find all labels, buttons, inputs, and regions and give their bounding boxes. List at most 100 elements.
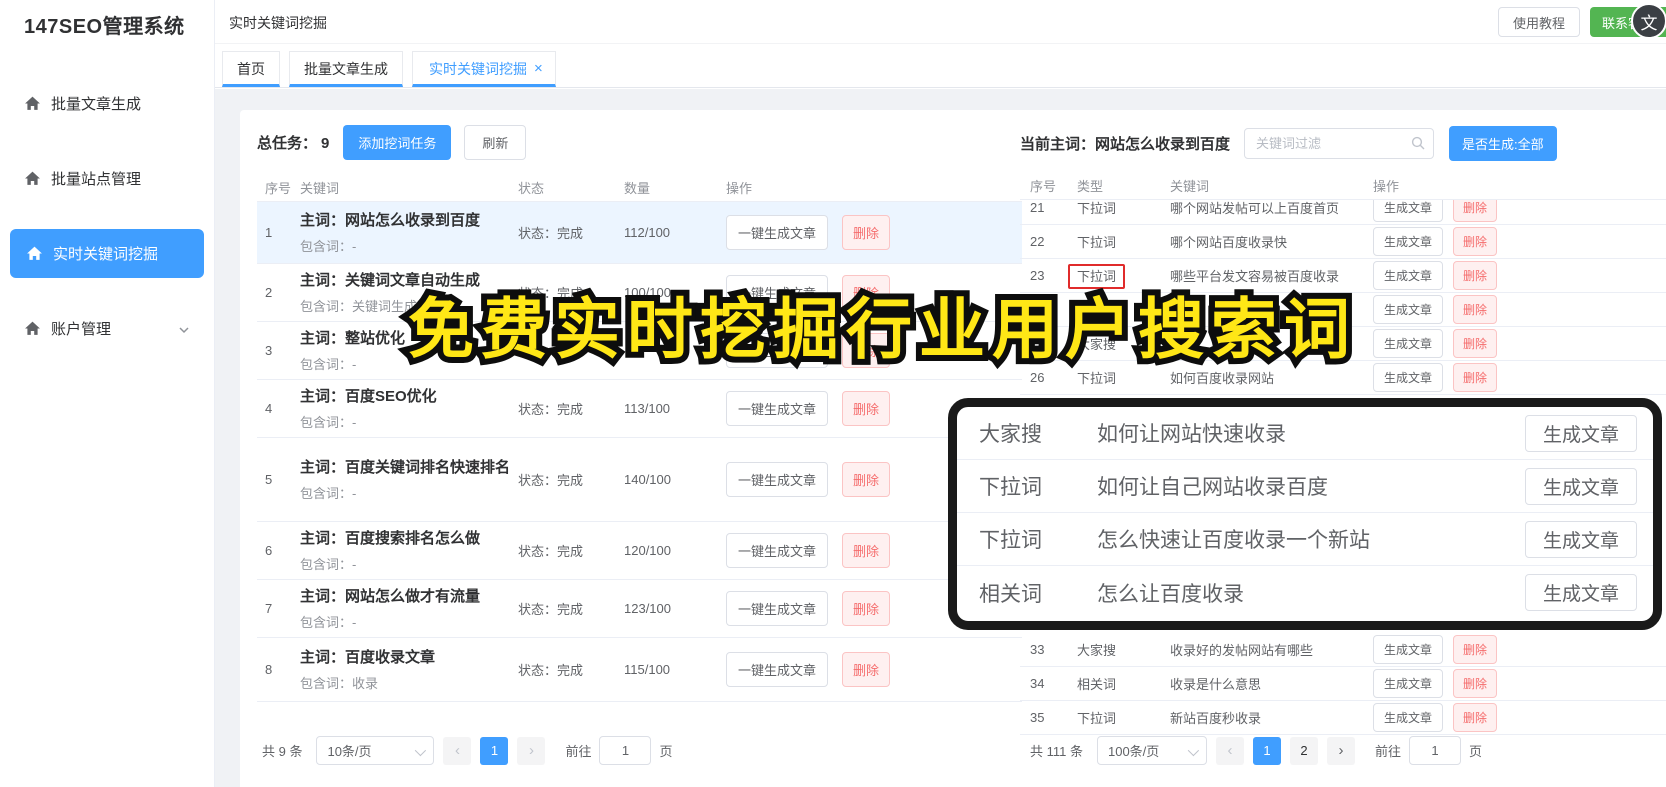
home-icon [24, 170, 41, 187]
keyword-type: 相关词 [1077, 677, 1117, 692]
keyword-text: 怎么让百度收录 [1097, 582, 1244, 606]
generate-article-button[interactable]: 一键生成文章 [726, 391, 829, 426]
goto-label: 前往 [565, 744, 592, 759]
generate-article-button[interactable]: 生成文章 [1373, 295, 1444, 324]
task-include: 包含词：关键词生成 [300, 299, 418, 315]
task-include: 包含词：- [300, 486, 357, 502]
delete-button[interactable]: 删除 [842, 215, 891, 250]
generate-article-button[interactable]: 一键生成文章 [726, 591, 829, 626]
generate-article-button[interactable]: 一键生成文章 [726, 333, 829, 368]
tab-article-batch[interactable]: 批量文章生成 [289, 51, 403, 87]
goto-page-input[interactable] [599, 736, 652, 765]
next-page-button[interactable]: › [517, 736, 546, 765]
tab-home[interactable]: 首页 [222, 51, 280, 87]
sidebar-item-article-batch[interactable]: 批量文章生成 [0, 79, 214, 128]
delete-button[interactable]: 删除 [1453, 363, 1498, 392]
delete-button[interactable]: 删除 [842, 652, 891, 687]
red-annotation-box: 下拉词 [1068, 264, 1126, 289]
row-index: 7 [265, 601, 273, 616]
page-size-select[interactable]: 100条/页 [1096, 736, 1207, 765]
table-row[interactable]: 35 下拉词 新站百度秒收录 生成文章 删除 [1020, 701, 1666, 735]
delete-button[interactable]: 删除 [842, 275, 891, 310]
generate-article-button[interactable]: 一键生成文章 [726, 652, 829, 687]
delete-button[interactable]: 删除 [842, 333, 891, 368]
delete-button[interactable]: 删除 [1453, 635, 1498, 664]
goto-label: 前往 [1374, 744, 1401, 759]
translate-icon[interactable]: 文 [1631, 3, 1666, 39]
sidebar-item-account[interactable]: 账户管理 [0, 304, 214, 353]
keywords-pagination: 共 111 条 100条/页 ‹ 1 2 › 前往 页 [1030, 736, 1482, 765]
table-row[interactable]: 8 主词：百度收录文章 包含词：收录 状态：完成 115/100 一键生成文章 删除 [257, 638, 1022, 702]
task-keyword: 主词：百度关键词排名快速排名 [300, 458, 511, 476]
generate-article-button[interactable]: 生成文章 [1373, 200, 1444, 222]
generate-article-button[interactable]: 生成文章 [1373, 329, 1444, 358]
delete-button[interactable]: 删除 [842, 462, 891, 497]
prev-page-button[interactable]: ‹ [1215, 736, 1244, 765]
generate-article-button[interactable]: 一键生成文章 [726, 275, 829, 310]
delete-button[interactable]: 删除 [1453, 200, 1498, 222]
close-icon[interactable]: × [534, 61, 543, 76]
tab-label: 批量文章生成 [304, 60, 388, 77]
add-task-button[interactable]: 添加挖词任务 [343, 124, 452, 160]
table-row[interactable]: 26 下拉词 如何百度收录网站 生成文章 删除 [1020, 361, 1666, 395]
keyword-type: 下拉词 [1077, 711, 1117, 726]
next-page-button[interactable]: › [1326, 736, 1355, 765]
task-include: 包含词：- [300, 357, 357, 373]
task-status: 状态：完成 [518, 226, 584, 241]
table-row[interactable]: 5 主词：百度关键词排名快速排名 包含词：- 状态：完成 140/100 一键生成… [257, 438, 1022, 522]
tab-keyword-mining[interactable]: 实时关键词挖掘 × [412, 51, 556, 87]
generate-article-button[interactable]: 生成文章 [1373, 669, 1444, 698]
delete-button[interactable]: 删除 [1453, 261, 1498, 290]
delete-button[interactable]: 删除 [842, 533, 891, 568]
row-index: 35 [1030, 710, 1045, 725]
task-status: 状态：完成 [518, 544, 584, 559]
delete-button[interactable]: 删除 [1453, 329, 1498, 358]
table-row[interactable]: 3 主词：整站优化 包含词：- 状态：完成 一键生成文章 删除 [257, 322, 1022, 380]
table-row[interactable]: 33 大家搜 收录好的发帖网站有哪些 生成文章 删除 [1020, 633, 1666, 667]
tasks-panel: 总任务： 9 添加挖词任务 刷新 序号 关键词 状态 数量 操作 1 主词：网站怎… [257, 124, 1022, 787]
goto-page-input[interactable] [1409, 736, 1461, 765]
table-row[interactable]: 21 下拉词 哪个网站发帖可以上百度首页 生成文章 删除 [1020, 200, 1666, 225]
delete-button[interactable]: 删除 [1453, 703, 1498, 732]
sidebar: 147SEO管理系统 批量文章生成 批量站点管理 实时关键词挖掘 账户管理 [0, 0, 215, 787]
prev-page-button[interactable]: ‹ [443, 736, 472, 765]
task-keyword: 主词：关键词文章自动生成 [300, 271, 481, 289]
generate-article-button[interactable]: 生成文章 [1373, 227, 1444, 256]
keyword-type: 大家搜 [979, 423, 1042, 446]
page-number-1[interactable]: 1 [1252, 736, 1281, 765]
delete-button[interactable]: 删除 [1453, 227, 1498, 256]
refresh-button[interactable]: 刷新 [464, 124, 527, 160]
generate-article-button[interactable]: 生成文章 [1373, 363, 1444, 392]
generate-article-button[interactable]: 生成文章 [1373, 703, 1444, 732]
page-size-select[interactable]: 10条/页 [316, 736, 435, 765]
tab-label: 实时关键词挖掘 [429, 60, 527, 77]
sidebar-item-label: 批量站点管理 [51, 171, 142, 188]
tutorial-button[interactable]: 使用教程 [1498, 7, 1580, 37]
generate-article-button[interactable]: 一键生成文章 [726, 533, 829, 568]
generate-all-button[interactable]: 是否生成:全部 [1449, 125, 1557, 161]
sidebar-item-site-batch[interactable]: 批量站点管理 [0, 154, 214, 203]
table-row[interactable]: 24 下拉词 生成文章 删除 [1020, 293, 1666, 327]
sidebar-item-keyword-mining[interactable]: 实时关键词挖掘 [10, 229, 204, 278]
table-row[interactable]: 7 主词：网站怎么做才有流量 包含词：- 状态：完成 123/100 一键生成文章… [257, 580, 1022, 638]
generate-article-button[interactable]: 一键生成文章 [726, 462, 829, 497]
generate-article-button[interactable]: 生成文章 [1373, 261, 1444, 290]
delete-button[interactable]: 删除 [842, 391, 891, 426]
delete-button[interactable]: 删除 [1453, 669, 1498, 698]
table-row[interactable]: 4 主词：百度SEO优化 包含词：- 状态：完成 113/100 一键生成文章 删除 [257, 380, 1022, 438]
delete-button[interactable]: 删除 [842, 591, 891, 626]
table-row[interactable]: 22 下拉词 哪个网站百度收录快 生成文章 删除 [1020, 225, 1666, 259]
page-number-2[interactable]: 2 [1289, 736, 1318, 765]
table-row[interactable]: 1 主词：网站怎么收录到百度 包含词：- 状态：完成 112/100 一键生成文章… [257, 202, 1022, 264]
keyword-filter-input[interactable] [1244, 127, 1435, 159]
generate-article-button[interactable]: 生成文章 [1373, 635, 1444, 664]
table-row[interactable]: 23 下拉词 哪些平台发文容易被百度收录 生成文章 删除 [1020, 259, 1666, 293]
table-row[interactable]: 2 主词：关键词文章自动生成 包含词：关键词生成 状态：完成 100/100 一键… [257, 264, 1022, 322]
generate-article-button[interactable]: 一键生成文章 [726, 215, 829, 250]
current-main-keyword: 当前主词：网站怎么收录到百度 [1020, 135, 1231, 153]
table-row[interactable]: 34 相关词 收录是什么意思 生成文章 删除 [1020, 667, 1666, 701]
table-row[interactable]: 25 大家搜 生成文章 删除 [1020, 327, 1666, 361]
delete-button[interactable]: 删除 [1453, 295, 1498, 324]
table-row[interactable]: 6 主词：百度搜索排名怎么做 包含词：- 状态：完成 120/100 一键生成文章… [257, 522, 1022, 580]
page-number-1[interactable]: 1 [480, 736, 509, 765]
